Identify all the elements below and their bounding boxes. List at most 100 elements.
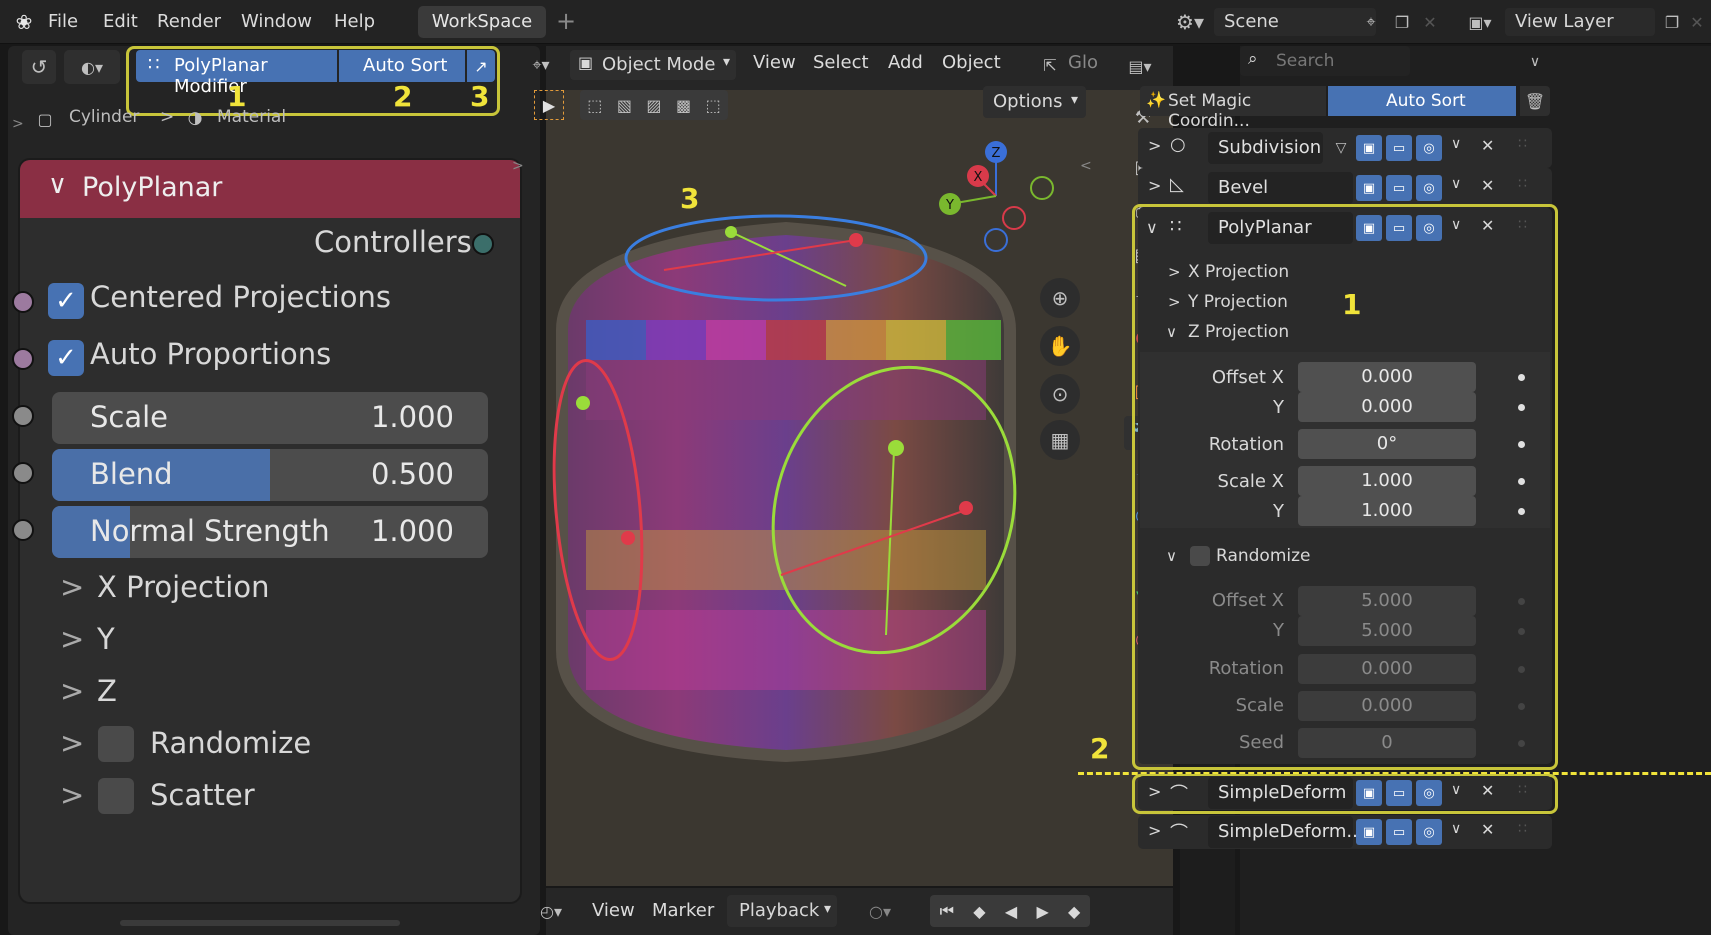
y-projection-prop-expand-icon[interactable]: > xyxy=(1168,293,1181,311)
z-projection-prop-collapse-icon[interactable]: ∨ xyxy=(1166,323,1177,341)
subdivision-render-toggle[interactable]: ◎ xyxy=(1416,135,1442,161)
playback-dropdown[interactable]: Playback ▾ xyxy=(727,895,837,927)
next-keyframe-icon[interactable]: ◆ xyxy=(1068,902,1080,921)
simpledeform2-drag-handle[interactable]: ∷ xyxy=(1518,821,1527,837)
randomize-prop-checkbox[interactable] xyxy=(1190,546,1210,566)
y-gizmo-handle[interactable] xyxy=(888,440,904,456)
simpledeform-remove-icon[interactable]: ✕ xyxy=(1481,781,1494,800)
bevel-modifier-header[interactable]: > ◺ Bevel ▣ ▭ ◎ ∨ ✕ ∷ xyxy=(1138,168,1552,208)
subdivision-cage-icon[interactable]: ▽ xyxy=(1328,135,1354,161)
breadcrumb-material[interactable]: Material xyxy=(217,107,286,127)
subdivision-viewport-toggle[interactable]: ▭ xyxy=(1386,135,1412,161)
subdivision-editmode-toggle[interactable]: ▣ xyxy=(1356,135,1382,161)
offset-x-keyframe-icon[interactable] xyxy=(1518,374,1525,381)
normal-strength-slider[interactable]: Normal Strength 1.000 xyxy=(52,506,488,558)
rand-offset-y-field[interactable]: 5.000 xyxy=(1298,616,1476,646)
tab-workspace[interactable]: WorkSpace xyxy=(418,6,546,38)
polyplanar-drag-handle[interactable]: ∷ xyxy=(1518,217,1527,233)
simpledeform2-name-field[interactable]: SimpleDeform.... xyxy=(1208,816,1369,848)
horizontal-scrollbar[interactable] xyxy=(120,920,400,926)
rand-offset-x-keyframe-icon[interactable] xyxy=(1518,598,1525,605)
blend-slider[interactable]: Blend 0.500 xyxy=(52,449,488,501)
subdivision-expand-icon[interactable]: > xyxy=(1148,136,1161,155)
subdivision-drag-handle[interactable]: ∷ xyxy=(1518,136,1527,152)
add-workspace-icon[interactable]: + xyxy=(556,7,576,35)
scale-x-keyframe-icon[interactable] xyxy=(1518,478,1525,485)
search-field[interactable]: ⌕ Search xyxy=(1240,46,1410,76)
simpledeform2-remove-icon[interactable]: ✕ xyxy=(1481,820,1494,839)
node-collapse-icon[interactable]: ∨ xyxy=(48,170,67,200)
timeline-view-menu[interactable]: View xyxy=(592,900,635,921)
bevel-name-field[interactable]: Bevel xyxy=(1208,172,1353,204)
randomize-checkbox[interactable] xyxy=(98,726,134,762)
offset-y-field[interactable]: 0.000 xyxy=(1298,392,1476,422)
new-scene-icon[interactable]: ❐ xyxy=(1388,8,1416,36)
subdivision-menu-icon[interactable]: ∨ xyxy=(1451,136,1461,152)
pan-hand-icon[interactable]: ✋ xyxy=(1040,326,1080,366)
y-gizmo-handle-red[interactable] xyxy=(959,501,973,515)
simpledeform-editmode-toggle[interactable]: ▣ xyxy=(1356,780,1382,806)
auto-sort-button[interactable]: Auto Sort xyxy=(339,50,465,82)
blend-socket[interactable] xyxy=(12,462,34,484)
object-mode-dropdown[interactable]: ▣ Object Mode ▾ xyxy=(570,50,736,80)
rand-rotation-field[interactable]: 0.000 xyxy=(1298,654,1476,684)
gizmo-neg-y-icon[interactable] xyxy=(1030,176,1054,200)
rand-seed-field[interactable]: 0 xyxy=(1298,728,1476,758)
timeline-marker-menu[interactable]: Marker xyxy=(652,900,714,921)
z-gizmo-handle-red[interactable] xyxy=(849,233,863,247)
polyplanar-render-toggle[interactable]: ◎ xyxy=(1416,215,1442,241)
auto-keying-icon[interactable]: ○▾ xyxy=(858,896,902,926)
editor-type-icon[interactable]: ↺ xyxy=(22,50,56,84)
polyplanar-menu-icon[interactable]: ∨ xyxy=(1451,217,1461,233)
shader-type-icon[interactable]: ◐▾ xyxy=(64,50,120,84)
scene-icon[interactable]: ⚙▾ xyxy=(1170,8,1210,36)
z-label[interactable]: Z xyxy=(97,674,117,708)
gizmo-neg-x-icon[interactable] xyxy=(1002,206,1026,230)
view-layer-field[interactable]: View Layer xyxy=(1505,8,1655,36)
menu-file[interactable]: File xyxy=(48,11,78,32)
gizmo-neg-z-icon[interactable] xyxy=(984,228,1008,252)
properties-editor-icon[interactable]: ▤▾ xyxy=(1115,50,1165,82)
rand-offset-x-field[interactable]: 5.000 xyxy=(1298,586,1476,616)
bevel-render-toggle[interactable]: ◎ xyxy=(1416,175,1442,201)
navigation-gizmo[interactable]: Z X Y xyxy=(932,136,1060,262)
scatter-checkbox[interactable] xyxy=(98,778,134,814)
z-projection-prop-label[interactable]: Z Projection xyxy=(1188,322,1289,342)
jump-start-icon[interactable]: ⏮ xyxy=(940,901,954,921)
vp-menu-view[interactable]: View xyxy=(753,52,796,73)
scale-slider[interactable]: Scale 1.000 xyxy=(52,392,488,444)
rotation-field[interactable]: 0° xyxy=(1298,429,1476,459)
y-label[interactable]: Y xyxy=(97,622,115,656)
simpledeform-expand-icon[interactable]: > xyxy=(1148,782,1161,801)
new-view-layer-icon[interactable]: ❐ xyxy=(1660,8,1684,36)
pin-icon[interactable]: ⌖ xyxy=(1360,8,1382,36)
x-gizmo-handle-red[interactable] xyxy=(621,531,635,545)
randomize-expand-icon[interactable]: > xyxy=(60,726,84,760)
subdivision-modifier-header[interactable]: > ○ Subdivision ▽ ▣ ▭ ◎ ∨ ✕ ∷ xyxy=(1138,128,1552,168)
bevel-expand-icon[interactable]: > xyxy=(1148,176,1161,195)
auto-proportions-checkbox[interactable]: ✓ xyxy=(48,340,84,376)
auto-prop-socket[interactable] xyxy=(12,348,34,370)
timeline-editor-icon[interactable]: ◴▾ xyxy=(526,896,576,926)
simpledeform-modifier-header[interactable]: > ⌒ SimpleDeform ▣ ▭ ◎ ∨ ✕ ∷ xyxy=(1138,776,1552,810)
centered-projections-checkbox[interactable]: ✓ xyxy=(48,283,84,319)
scale-y-field[interactable]: 1.000 xyxy=(1298,496,1476,526)
collapse-left-icon[interactable]: > xyxy=(12,116,24,132)
perspective-grid-icon[interactable]: ▦ xyxy=(1040,420,1080,460)
vp-menu-object[interactable]: Object xyxy=(942,52,1001,73)
bevel-remove-icon[interactable]: ✕ xyxy=(1481,176,1494,195)
scale-socket[interactable] xyxy=(12,405,34,427)
offset-y-keyframe-icon[interactable] xyxy=(1518,404,1525,411)
z-expand-icon[interactable]: > xyxy=(60,674,84,708)
simpledeform2-render-toggle[interactable]: ◎ xyxy=(1416,819,1442,845)
polyplanar-viewport-toggle[interactable]: ▭ xyxy=(1386,215,1412,241)
vp-menu-select[interactable]: Select xyxy=(813,52,869,73)
polyplanar-name-field[interactable]: PolyPlanar xyxy=(1208,212,1353,244)
x-projection-expand-icon[interactable]: > xyxy=(60,570,84,604)
prev-keyframe-icon[interactable]: ◆ xyxy=(973,902,985,921)
breadcrumb-object[interactable]: Cylinder xyxy=(69,107,139,127)
scale-x-field[interactable]: 1.000 xyxy=(1298,466,1476,496)
global-label[interactable]: Glo xyxy=(1068,52,1098,73)
auto-sort-properties-button[interactable]: Auto Sort xyxy=(1328,86,1516,116)
scale-y-keyframe-icon[interactable] xyxy=(1518,508,1525,515)
